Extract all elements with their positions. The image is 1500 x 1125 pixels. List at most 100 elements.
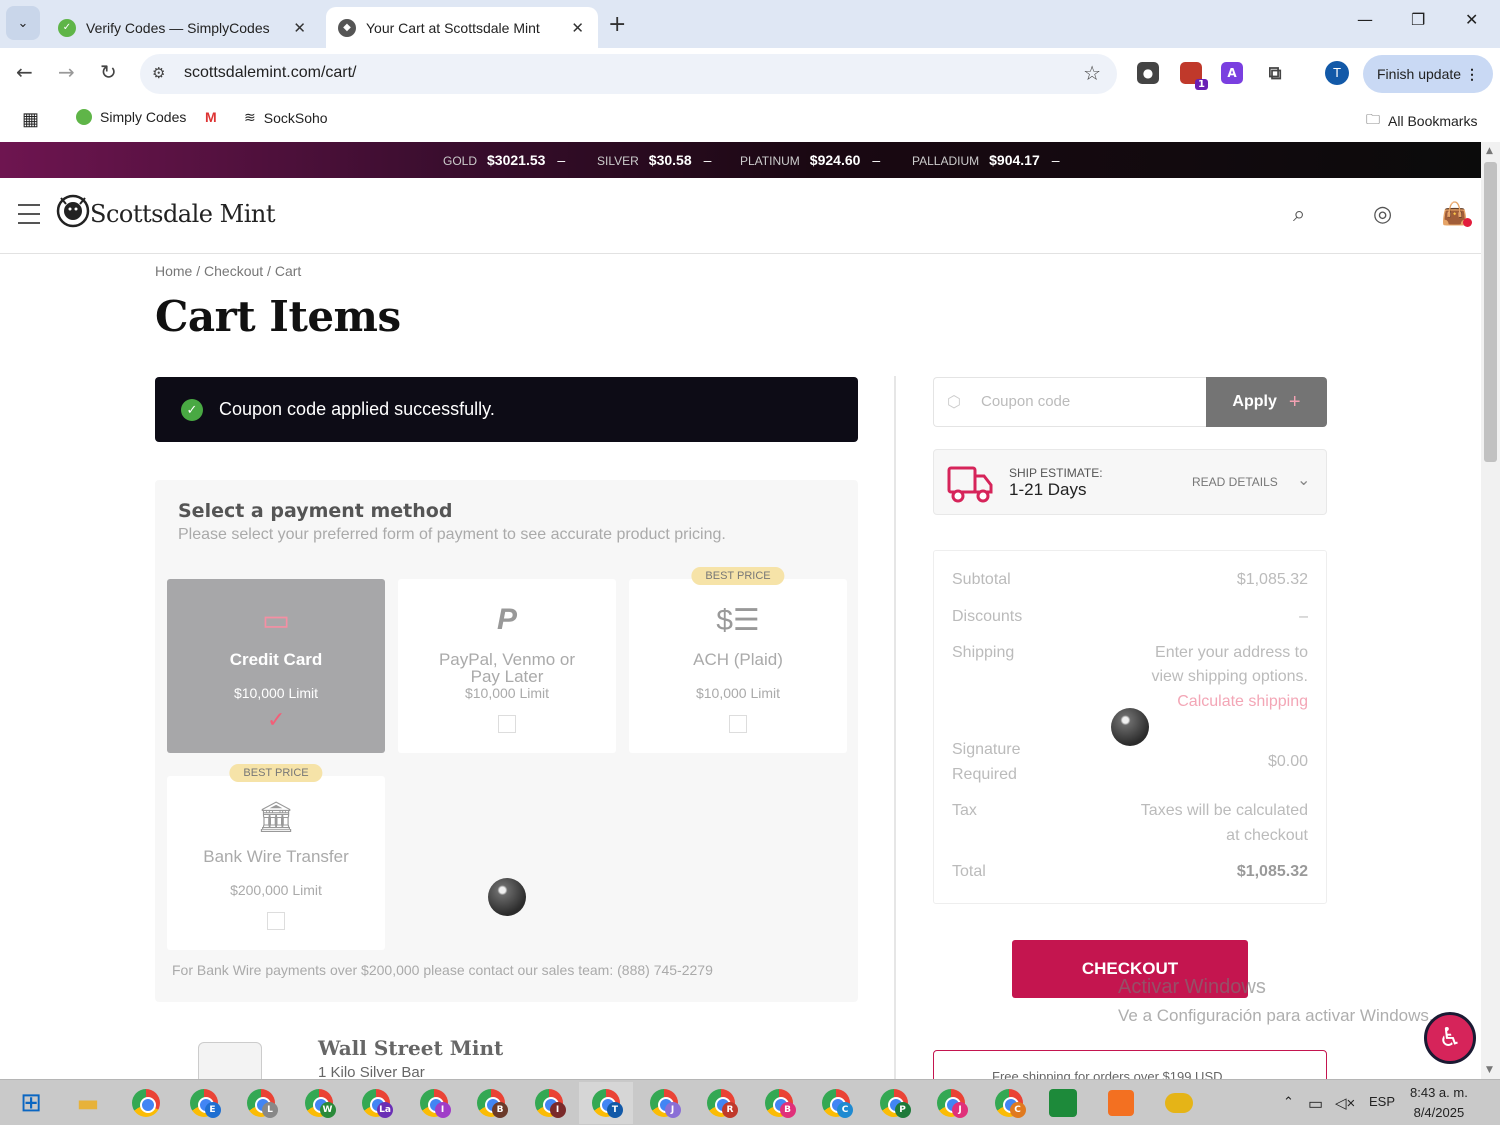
chrome-taskbar-icon[interactable]: T bbox=[579, 1082, 633, 1124]
method-checkbox[interactable] bbox=[498, 715, 516, 733]
method-label: Credit Card bbox=[229, 650, 323, 669]
close-window-icon[interactable]: ✕ bbox=[1465, 10, 1478, 29]
reload-icon[interactable]: ↻ bbox=[100, 60, 117, 84]
profile-badge: I bbox=[434, 1102, 451, 1118]
extension-cookie-icon[interactable]: 1 bbox=[1180, 62, 1208, 90]
windows-taskbar: ⊞ ▬ E L W La I B I T J R B C P J C ⌃ ▭ ◁× ESP 8:43 a. … bbox=[0, 1079, 1500, 1125]
bookmark-simply-codes[interactable]: Simply Codes bbox=[76, 109, 186, 125]
apply-coupon-button[interactable]: Apply + bbox=[1206, 377, 1327, 427]
product-name[interactable]: 1 Kilo Silver Bar bbox=[318, 1064, 425, 1079]
site-logo-text[interactable]: Scottsdale Mint bbox=[90, 200, 275, 228]
windows-start-icon[interactable]: ⊞ bbox=[4, 1082, 58, 1124]
gmail-icon[interactable]: M bbox=[205, 109, 217, 125]
extensions-puzzle-icon[interactable]: ⧉ bbox=[1264, 62, 1286, 84]
address-bar[interactable]: ⚙ scottsdalemint.com/cart/ ☆ bbox=[140, 54, 1117, 94]
apps-grid-icon[interactable]: ▦ bbox=[22, 109, 39, 130]
payment-card-paypal[interactable]: P PayPal, Venmo or Pay Later $10,000 Lim… bbox=[398, 579, 616, 753]
close-tab-icon[interactable]: ✕ bbox=[571, 19, 584, 37]
bookmark-socksoho[interactable]: ≋ SockSoho bbox=[244, 109, 328, 126]
accessibility-icon[interactable]: ♿ bbox=[1424, 1012, 1476, 1064]
sublime-icon[interactable] bbox=[1094, 1082, 1148, 1124]
notice-text: Coupon code applied successfully. bbox=[219, 399, 495, 419]
discounts-value: – bbox=[1299, 608, 1308, 625]
read-details-link[interactable]: READ DETAILS bbox=[1192, 475, 1278, 489]
tax-text-1: Taxes will be calculated bbox=[1140, 802, 1308, 819]
url-text[interactable]: scottsdalemint.com/cart/ bbox=[184, 64, 357, 82]
chrome-taskbar-icon[interactable] bbox=[119, 1082, 173, 1124]
chrome-taskbar-icon[interactable]: B bbox=[464, 1082, 518, 1124]
subtotal-value: $1,085.32 bbox=[1236, 571, 1308, 588]
chrome-taskbar-icon[interactable]: I bbox=[522, 1082, 576, 1124]
cart-icon[interactable]: 👜 bbox=[1441, 202, 1473, 227]
scroll-down-icon[interactable]: ▼ bbox=[1486, 1065, 1493, 1075]
site-info-icon[interactable]: ⚙ bbox=[152, 64, 165, 82]
forward-icon[interactable]: → bbox=[58, 60, 75, 84]
product-brand[interactable]: Wall Street Mint bbox=[318, 1036, 503, 1060]
search-icon[interactable]: ⌕ bbox=[1293, 202, 1305, 227]
scroll-up-icon[interactable]: ▲ bbox=[1486, 146, 1493, 156]
chrome-taskbar-icon[interactable]: B bbox=[752, 1082, 806, 1124]
tab-scottsdale-cart[interactable]: ◆ Your Cart at Scottsdale Mint ✕ bbox=[326, 7, 598, 48]
app-yellow-icon[interactable] bbox=[1152, 1082, 1206, 1124]
restore-icon[interactable]: ❐ bbox=[1411, 10, 1425, 29]
coupon-placeholder[interactable]: Coupon code bbox=[981, 393, 1070, 410]
chrome-taskbar-icon[interactable]: I bbox=[407, 1082, 461, 1124]
back-icon[interactable]: ← bbox=[16, 60, 33, 84]
profile-avatar[interactable]: T bbox=[1325, 61, 1349, 85]
best-price-badge: BEST PRICE bbox=[691, 567, 785, 585]
chrome-taskbar-icon[interactable]: C bbox=[982, 1082, 1036, 1124]
page-scrollbar[interactable]: ▲ ▼ bbox=[1481, 142, 1500, 1079]
payment-card-credit[interactable]: ▭ Credit Card $10,000 Limit ✓ bbox=[167, 579, 385, 753]
kebab-menu-icon[interactable]: ⋮ bbox=[1465, 66, 1479, 83]
cart-dot bbox=[1463, 218, 1473, 227]
file-explorer-icon[interactable]: ▬ bbox=[61, 1082, 115, 1124]
system-clock[interactable]: 8:43 a. m. 8/4/2025 bbox=[1410, 1083, 1468, 1123]
close-tab-icon[interactable]: ✕ bbox=[293, 19, 306, 37]
chrome-taskbar-icon[interactable]: J bbox=[637, 1082, 691, 1124]
product-image[interactable] bbox=[198, 1042, 262, 1079]
folder-icon: 🗀 bbox=[1366, 111, 1380, 127]
tab-simplycodes[interactable]: ✓ Verify Codes — SimplyCodes ✕ bbox=[46, 7, 320, 48]
chrome-taskbar-icon[interactable]: La bbox=[349, 1082, 403, 1124]
extension-robot-icon[interactable]: ● bbox=[1137, 62, 1159, 84]
language-indicator[interactable]: ESP bbox=[1369, 1094, 1395, 1109]
method-checkbox[interactable] bbox=[267, 912, 285, 930]
chrome-taskbar-icon[interactable]: C bbox=[809, 1082, 863, 1124]
chrome-taskbar-icon[interactable]: J bbox=[924, 1082, 978, 1124]
all-bookmarks[interactable]: 🗀 All Bookmarks bbox=[1366, 109, 1477, 133]
chrome-taskbar-icon[interactable]: W bbox=[292, 1082, 346, 1124]
chrome-taskbar-icon[interactable]: P bbox=[867, 1082, 921, 1124]
tab-search-button[interactable]: ⌄ bbox=[6, 6, 40, 40]
bookmark-star-icon[interactable]: ☆ bbox=[1083, 61, 1101, 85]
finish-update-button[interactable]: Finish update ⋮ bbox=[1363, 55, 1493, 93]
method-label: ACH (Plaid) bbox=[693, 650, 783, 669]
breadcrumb[interactable]: Home / Checkout / Cart bbox=[155, 263, 301, 279]
volume-muted-icon[interactable]: ◁× bbox=[1335, 1094, 1355, 1112]
scrollbar-thumb[interactable] bbox=[1484, 162, 1497, 462]
metal-change: – bbox=[1051, 152, 1060, 168]
minimize-icon[interactable]: — bbox=[1357, 10, 1373, 29]
calculate-shipping-link[interactable]: Calculate shipping bbox=[1177, 693, 1308, 711]
account-icon[interactable]: ◎ bbox=[1373, 202, 1392, 227]
tray-chevron-icon[interactable]: ⌃ bbox=[1283, 1094, 1294, 1110]
new-tab-icon[interactable]: + bbox=[608, 12, 626, 37]
method-checkbox[interactable] bbox=[729, 715, 747, 733]
site-header: Scottsdale Mint ⌕ ◎ 👜 bbox=[0, 178, 1481, 254]
ship-estimate[interactable]: SHIP ESTIMATE: 1-21 Days READ DETAILS ⌄ bbox=[933, 449, 1327, 515]
chrome-taskbar-icon[interactable]: E bbox=[177, 1082, 231, 1124]
payment-card-ach[interactable]: BEST PRICE $☰ ACH (Plaid) $10,000 Limit bbox=[629, 567, 847, 753]
payment-card-wire[interactable]: BEST PRICE 🏛 Bank Wire Transfer $200,000… bbox=[167, 764, 385, 950]
hamburger-menu-icon[interactable] bbox=[18, 204, 40, 231]
metal-price: $3021.53 bbox=[487, 152, 546, 168]
network-icon[interactable]: ▭ bbox=[1308, 1094, 1323, 1114]
chevron-down-icon[interactable]: ⌄ bbox=[1297, 470, 1310, 490]
metal-change: – bbox=[557, 152, 566, 168]
extension-a-icon[interactable]: A bbox=[1221, 62, 1243, 84]
chrome-taskbar-icon[interactable]: R bbox=[694, 1082, 748, 1124]
metal-price: $30.58 bbox=[648, 152, 692, 168]
checkmark-icon[interactable]: ✓ bbox=[267, 707, 285, 732]
coupon-field[interactable]: ⬡ Coupon code bbox=[933, 377, 1207, 427]
chrome-taskbar-icon[interactable]: L bbox=[234, 1082, 288, 1124]
app-green-icon[interactable] bbox=[1036, 1082, 1090, 1124]
lion-logo-icon[interactable] bbox=[56, 192, 90, 230]
